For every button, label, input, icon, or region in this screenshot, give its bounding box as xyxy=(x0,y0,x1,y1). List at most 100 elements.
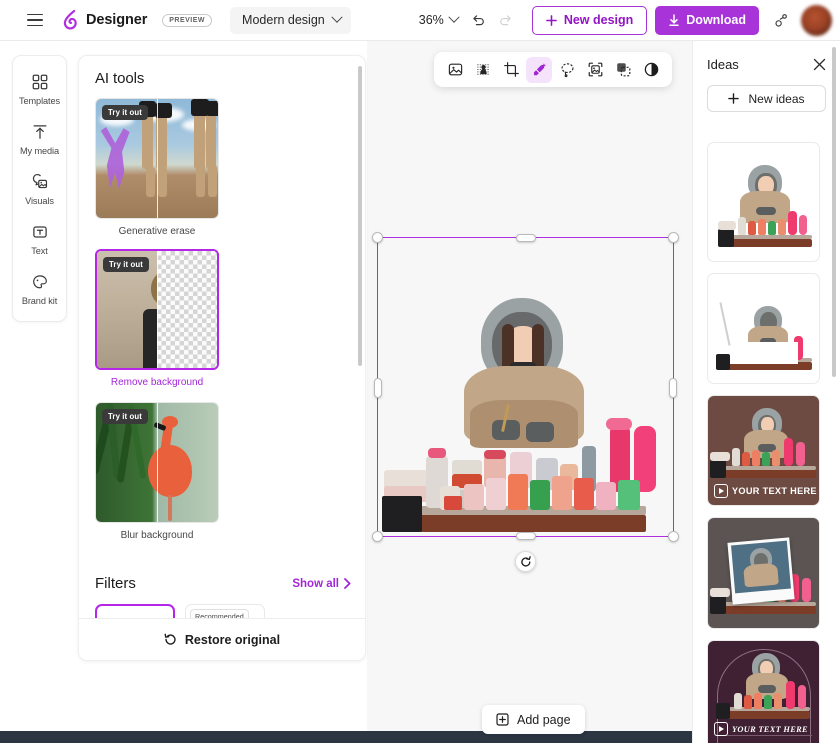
ideas-panel: Ideas New ideas YOUR TEXT HERE YOUR TEXT… xyxy=(692,41,840,743)
sidebar-item-label: Templates xyxy=(19,96,60,106)
sidebar-item-text[interactable]: Text xyxy=(15,218,65,259)
crop-button[interactable] xyxy=(498,57,524,83)
selected-image-frame[interactable] xyxy=(372,232,679,542)
resize-handle-left[interactable] xyxy=(374,378,382,398)
zoom-dropdown[interactable]: 36% xyxy=(413,9,464,31)
rotate-handle[interactable] xyxy=(515,551,536,572)
rotate-icon xyxy=(520,555,531,567)
show-all-label: Show all xyxy=(292,577,339,590)
lasso-select-button[interactable] xyxy=(554,57,580,83)
ideas-list: YOUR TEXT HERE YOUR TEXT HERE xyxy=(693,142,840,743)
redo-icon xyxy=(499,15,511,26)
chevron-down-icon xyxy=(331,11,343,23)
undo-button[interactable] xyxy=(464,6,492,34)
sidebar-item-brand-kit[interactable]: Brand kit xyxy=(15,268,65,309)
new-ideas-button[interactable]: New ideas xyxy=(707,85,826,112)
image-button[interactable] xyxy=(442,57,468,83)
image-toolbar xyxy=(434,52,672,87)
preview-badge: PREVIEW xyxy=(162,13,213,27)
sidebar-item-label: My media xyxy=(19,146,60,156)
ai-tool-blur-background[interactable]: Try it out Blur background xyxy=(95,402,219,541)
top-bar-right: 36% New design Download xyxy=(413,4,840,36)
ai-tools-grid: Try it out Generative erase Try it out R… xyxy=(95,98,351,541)
resize-handle-top[interactable] xyxy=(516,234,536,242)
vendor-photo-art xyxy=(97,606,173,618)
add-page-label: Add page xyxy=(517,712,571,727)
vendor-photo-art xyxy=(708,274,819,383)
panel-scroll-region: AI tools Try it out Generative erase Try… xyxy=(79,56,365,618)
filters-grid: Normal Recommended xyxy=(95,604,351,618)
filter-normal[interactable]: Normal xyxy=(95,604,175,618)
avatar[interactable] xyxy=(801,4,832,36)
resize-handle-bottom-right[interactable] xyxy=(668,531,679,542)
idea-card[interactable] xyxy=(707,142,820,262)
ideas-scrollbar[interactable] xyxy=(832,47,836,377)
resize-handle-bottom-left[interactable] xyxy=(372,531,383,542)
panel-scrollbar[interactable] xyxy=(358,66,362,366)
vendor-photo-art xyxy=(708,143,819,261)
resize-handle-right[interactable] xyxy=(669,378,677,398)
before-after-divider xyxy=(157,403,159,522)
visuals-icon xyxy=(32,174,47,189)
ideas-header: Ideas xyxy=(693,41,840,73)
ai-tool-caption: Blur background xyxy=(120,530,194,541)
left-rail: Templates My media Visuals Text Brand ki… xyxy=(12,55,67,322)
download-button[interactable]: Download xyxy=(655,5,759,35)
sidebar-item-label: Visuals xyxy=(25,196,54,206)
add-page-icon xyxy=(496,713,509,726)
hamburger-icon[interactable] xyxy=(20,5,50,35)
download-label: Download xyxy=(686,13,746,27)
idea-card[interactable] xyxy=(707,273,820,384)
filter-thumbnail: Recommended xyxy=(185,604,265,618)
restore-original-button[interactable]: Restore original xyxy=(79,618,365,660)
sidebar-item-visuals[interactable]: Visuals xyxy=(15,168,65,209)
redo-button[interactable] xyxy=(492,6,520,34)
show-all-filters-button[interactable]: Show all xyxy=(292,578,351,590)
ai-tools-panel: AI tools Try it out Generative erase Try… xyxy=(78,55,366,661)
background-blur-button[interactable] xyxy=(470,57,496,83)
close-ideas-button[interactable] xyxy=(810,55,828,73)
download-icon xyxy=(669,13,680,26)
share-button[interactable] xyxy=(767,6,795,34)
resize-handle-top-left[interactable] xyxy=(372,232,383,243)
design-name-dropdown[interactable]: Modern design xyxy=(230,6,351,34)
idea-card[interactable] xyxy=(707,517,820,629)
vendor-photo[interactable] xyxy=(378,238,673,536)
idea-card[interactable]: YOUR TEXT HERE xyxy=(707,640,820,743)
resize-handle-top-right[interactable] xyxy=(668,232,679,243)
background-blur-icon xyxy=(476,64,490,75)
ai-tool-generative-erase[interactable]: Try it out Generative erase xyxy=(95,98,219,237)
idea-text-overlay: YOUR TEXT HERE xyxy=(708,715,819,743)
filter-warm[interactable]: Recommended xyxy=(185,604,265,618)
restore-original-label: Restore original xyxy=(184,632,281,647)
brand-logo-group[interactable]: Designer PREVIEW xyxy=(62,10,213,30)
magic-edit-button[interactable] xyxy=(526,56,552,83)
designer-logo-icon xyxy=(63,10,77,30)
new-design-label: New design xyxy=(563,13,634,27)
ai-tool-caption: Remove background xyxy=(110,377,204,388)
try-it-out-badge: Try it out xyxy=(103,257,149,272)
ai-tool-remove-background[interactable]: Try it out Remove background xyxy=(95,249,219,388)
vendor-photo-art xyxy=(708,518,819,628)
fit-frame-button[interactable] xyxy=(582,57,608,83)
image-icon xyxy=(448,63,462,76)
chevron-down-icon xyxy=(448,11,460,23)
magic-edit-icon xyxy=(533,63,546,76)
video-play-icon xyxy=(714,722,728,736)
contrast-button[interactable] xyxy=(638,57,664,83)
new-design-button[interactable]: New design xyxy=(531,5,648,35)
idea-card[interactable]: YOUR TEXT HERE xyxy=(707,395,820,506)
fit-frame-icon xyxy=(588,62,602,77)
sidebar-item-my-media[interactable]: My media xyxy=(15,118,65,159)
layers-button[interactable] xyxy=(610,57,636,83)
resize-handle-bottom[interactable] xyxy=(516,532,536,540)
brand-name: Designer xyxy=(86,12,148,28)
layers-icon xyxy=(616,63,630,77)
sidebar-item-label: Text xyxy=(31,246,48,256)
sidebar-item-label: Brand kit xyxy=(21,296,58,306)
undo-icon xyxy=(473,15,484,26)
add-page-button[interactable]: Add page xyxy=(482,705,585,734)
ideas-title: Ideas xyxy=(707,56,739,72)
sidebar-item-templates[interactable]: Templates xyxy=(15,68,65,109)
try-it-out-badge: Try it out xyxy=(102,105,148,120)
